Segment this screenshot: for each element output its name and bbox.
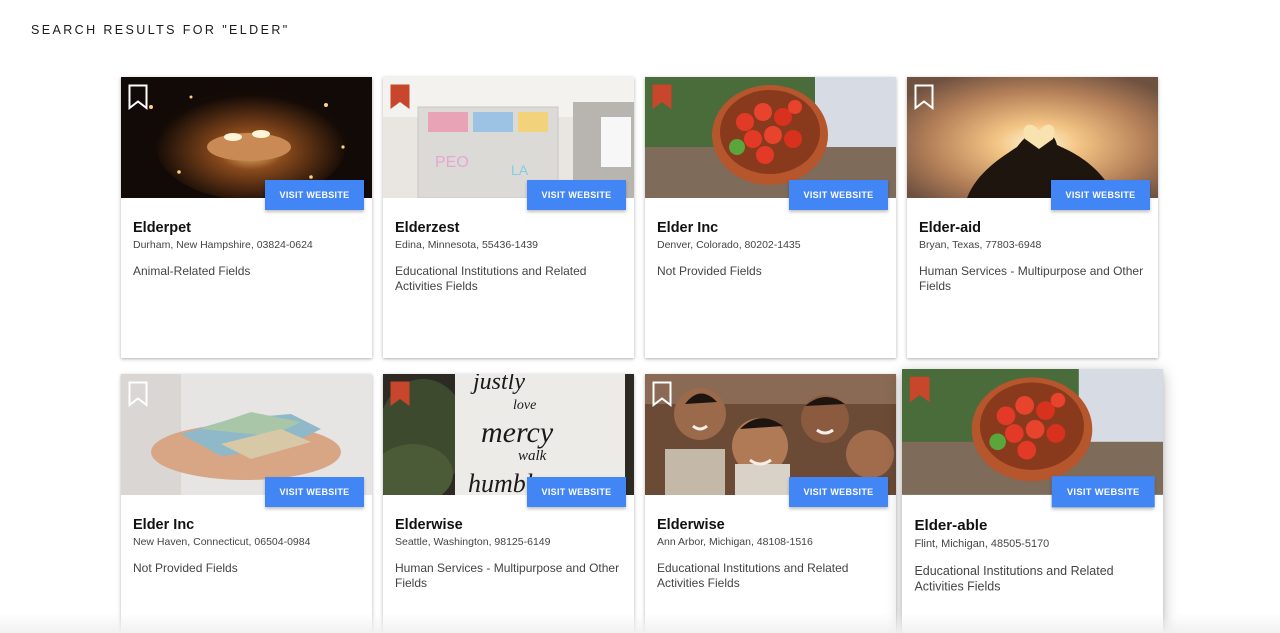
visit-website-button[interactable]: VISIT WEBSITE (1051, 180, 1150, 210)
card-title: Elderwise (395, 517, 463, 533)
card-body: Elder Inc New Haven, Connecticut, 06504-… (121, 495, 372, 576)
card-location: Ann Arbor, Michigan, 48108-1516 (657, 536, 813, 548)
card-category: Human Services - Multipurpose and Other … (919, 264, 1144, 293)
card-category: Educational Institutions and Related Act… (657, 561, 849, 590)
card-category: Animal-Related Fields (133, 264, 251, 278)
card-body: Elder-able Flint, Michigan, 48505-5170 E… (902, 495, 1163, 595)
visit-website-button[interactable]: VISIT WEBSITE (265, 180, 364, 210)
card-title: Elder Inc (657, 220, 719, 236)
card-location: Seattle, Washington, 98125-6149 (395, 536, 551, 548)
card-location: Flint, Michigan, 48505-5170 (914, 537, 1050, 550)
svg-text:PEO: PEO (435, 154, 469, 171)
bookmark-outline-icon[interactable] (652, 381, 672, 407)
bookmark-outline-icon[interactable] (128, 84, 148, 110)
result-card-hovered[interactable]: VISIT WEBSITE Elder-able Flint, Michigan… (901, 369, 1164, 633)
card-category: Not Provided Fields (133, 561, 238, 575)
bookmark-filled-icon[interactable] (390, 381, 410, 407)
bookmark-outline-icon[interactable] (128, 381, 148, 407)
bookmark-filled-icon[interactable] (909, 376, 930, 403)
card-body: Elderwise Seattle, Washington, 98125-614… (383, 495, 634, 591)
card-title: Elderwise (657, 517, 725, 533)
card-title: Elder Inc (133, 517, 195, 533)
visit-website-button[interactable]: VISIT WEBSITE (527, 180, 626, 210)
card-location: Durham, New Hampshire, 03824-0624 (133, 239, 313, 251)
card-title: Elder-aid (919, 220, 982, 236)
card-location: Bryan, Texas, 77803-6948 (919, 239, 1042, 251)
visit-website-button[interactable]: VISIT WEBSITE (527, 477, 626, 507)
card-title: Elderpet (133, 220, 192, 236)
svg-text:justly: justly (470, 374, 525, 395)
card-category: Educational Institutions and Related Act… (914, 563, 1114, 594)
card-title: Elder-able (914, 517, 988, 535)
card-body: Elderpet Durham, New Hampshire, 03824-06… (121, 198, 372, 279)
card-body: Elderwise Ann Arbor, Michigan, 48108-151… (645, 495, 896, 591)
search-results-page: SEARCH RESULTS FOR "ELDER" VISIT WEBSITE… (0, 0, 1280, 633)
result-card[interactable]: justly love mercy walk humbly VISIT WEBS… (383, 374, 634, 633)
visit-website-button[interactable]: VISIT WEBSITE (789, 180, 888, 210)
result-card[interactable]: VISIT WEBSITE Elder-aid Bryan, Texas, 77… (907, 77, 1158, 358)
bookmark-filled-icon[interactable] (390, 84, 410, 110)
svg-text:mercy: mercy (481, 416, 554, 449)
card-location: New Haven, Connecticut, 06504-0984 (133, 536, 311, 548)
card-category: Educational Institutions and Related Act… (395, 264, 587, 293)
result-card[interactable]: VISIT WEBSITE Elderwise Ann Arbor, Michi… (645, 374, 896, 633)
bookmark-outline-icon[interactable] (914, 84, 934, 110)
visit-website-button[interactable]: VISIT WEBSITE (789, 477, 888, 507)
result-card[interactable]: VISIT WEBSITE Elderpet Durham, New Hamps… (121, 77, 372, 358)
card-body: Elder Inc Denver, Colorado, 80202-1435 N… (645, 198, 896, 279)
card-title: Elderzest (395, 220, 460, 236)
result-card[interactable]: PEO LA VISIT WEBSITE Elderzest Edina, Mi… (383, 77, 634, 358)
result-card[interactable]: VISIT WEBSITE Elder Inc Denver, Colorado… (645, 77, 896, 358)
visit-website-button[interactable]: VISIT WEBSITE (265, 477, 364, 507)
card-location: Denver, Colorado, 80202-1435 (657, 239, 801, 251)
svg-text:LA: LA (511, 162, 529, 178)
card-body: Elder-aid Bryan, Texas, 77803-6948 Human… (907, 198, 1158, 294)
svg-text:walk: walk (518, 448, 547, 464)
visit-website-button[interactable]: VISIT WEBSITE (1051, 476, 1155, 508)
bookmark-filled-icon[interactable] (652, 84, 672, 110)
card-category: Not Provided Fields (657, 264, 762, 278)
card-location: Edina, Minnesota, 55436-1439 (395, 239, 539, 251)
search-results-heading: SEARCH RESULTS FOR "ELDER" (31, 23, 290, 37)
svg-text:love: love (513, 398, 536, 413)
results-grid: VISIT WEBSITE Elderpet Durham, New Hamps… (121, 77, 1164, 633)
result-card[interactable]: VISIT WEBSITE Elder Inc New Haven, Conne… (121, 374, 372, 633)
card-body: Elderzest Edina, Minnesota, 55436-1439 E… (383, 198, 634, 294)
card-category: Human Services - Multipurpose and Other … (395, 561, 620, 590)
